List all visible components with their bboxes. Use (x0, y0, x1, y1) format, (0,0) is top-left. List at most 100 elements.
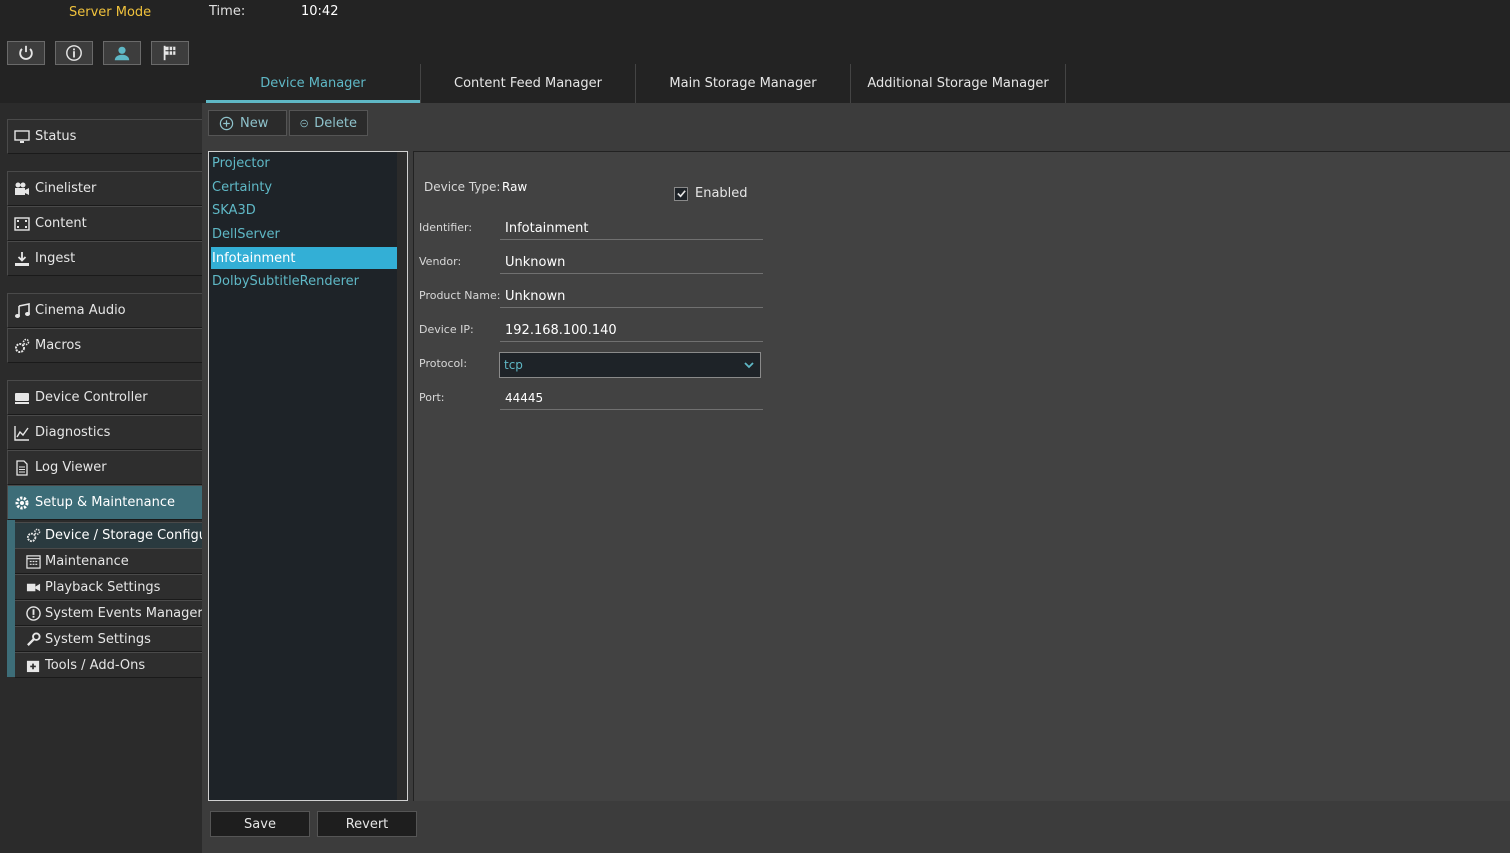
sidebar-item-ingest[interactable]: Ingest (7, 241, 202, 276)
tab-device-manager[interactable]: Device Manager (206, 64, 421, 103)
sidebar-item-label: Cinema Audio (35, 303, 126, 318)
sidebar-subitem-playback-settings[interactable]: Playback Settings (15, 574, 202, 600)
time-label: Time: (209, 4, 246, 19)
sidebar-item-label: Device Controller (35, 390, 148, 405)
device-list-scrollbar[interactable] (397, 152, 407, 800)
music-icon (13, 302, 31, 320)
flag-button[interactable] (151, 41, 189, 65)
sidebar-subitem-label: Tools / Add-Ons (45, 657, 146, 673)
product-name-label: Product Name: (419, 289, 501, 302)
sidebar-item-label: Macros (35, 338, 82, 353)
tab-content-feed-manager[interactable]: Content Feed Manager (421, 64, 636, 103)
tab-additional-storage-manager[interactable]: Additional Storage Manager (851, 64, 1066, 103)
user-icon (114, 46, 130, 61)
sidebar-item-device-controller[interactable]: Device Controller (7, 380, 202, 415)
device-type-label: Device Type: (424, 180, 501, 194)
video-icon (24, 578, 42, 596)
device-ip-label: Device IP: (419, 323, 474, 336)
sidebar-subitem-system-events-manager[interactable]: System Events Manager (15, 600, 202, 626)
sidebar-subitem-label: System Settings (45, 631, 151, 647)
sidebar-subitem-system-settings[interactable]: System Settings (15, 626, 202, 652)
sidebar-item-label: Log Viewer (35, 460, 107, 475)
wrench-icon (24, 630, 42, 648)
user-button[interactable] (103, 41, 141, 65)
device-toolbar: New Delete (208, 110, 368, 136)
info-button[interactable] (55, 41, 93, 65)
save-button[interactable]: Save (210, 811, 310, 837)
sidebar-subitem-label: Device / Storage Configu… (45, 528, 202, 543)
sidebar-item-status[interactable]: Status (7, 119, 202, 154)
alert-icon (24, 604, 42, 622)
device-type-value: Raw (502, 180, 528, 194)
vendor-field[interactable]: Unknown (500, 251, 763, 274)
sidebar-item-content[interactable]: Content (7, 206, 202, 241)
monitor-icon (13, 128, 31, 146)
sidebar-item-diagnostics[interactable]: Diagnostics (7, 415, 202, 450)
device-list-item[interactable]: SKA3D (211, 199, 397, 221)
flag-icon (163, 45, 176, 61)
sidebar-subitem-device-storage-config[interactable]: Device / Storage Configu… (15, 522, 202, 549)
sidebar-item-label: Setup & Maintenance (35, 495, 175, 510)
gears-icon (24, 527, 42, 545)
device-list-item[interactable]: Projector (211, 152, 397, 174)
add-circle-icon (219, 116, 234, 130)
identifier-field[interactable]: Infotainment (500, 217, 763, 240)
gear-icon (13, 494, 31, 512)
power-button[interactable] (7, 41, 45, 65)
plus-box-icon (24, 656, 42, 674)
device-list-item[interactable]: DolbySubtitleRenderer (211, 270, 397, 292)
time-value: 10:42 (301, 4, 339, 19)
sidebar-item-label: Cinelister (35, 181, 97, 196)
device-list: Projector Certainty SKA3D DellServer Inf… (208, 151, 408, 801)
protocol-value: tcp (504, 358, 523, 372)
sidebar-subitem-label: Playback Settings (45, 579, 161, 595)
sidebar-item-cinema-audio[interactable]: Cinema Audio (7, 293, 202, 328)
sidebar-item-label: Diagnostics (35, 425, 111, 440)
revert-button[interactable]: Revert (317, 811, 417, 837)
identifier-label: Identifier: (419, 221, 473, 234)
protocol-select[interactable]: tcp (499, 352, 761, 378)
protocol-label: Protocol: (419, 357, 468, 370)
port-field[interactable]: 44445 (500, 387, 763, 410)
chart-icon (13, 424, 31, 442)
device-list-item-selected[interactable]: Infotainment (211, 247, 397, 269)
sidebar-item-label: Content (35, 216, 87, 231)
delete-device-button[interactable]: Delete (289, 110, 368, 136)
device-detail-panel (413, 151, 1510, 801)
check-icon (676, 190, 686, 198)
tab-main-storage-manager[interactable]: Main Storage Manager (636, 64, 851, 103)
document-icon (13, 459, 31, 477)
vendor-label: Vendor: (419, 255, 462, 268)
sidebar-subitem-tools-addons[interactable]: Tools / Add-Ons (15, 652, 202, 678)
sidebar-subitem-label: Maintenance (45, 553, 129, 569)
gears-icon (13, 337, 31, 355)
sidebar-item-label: Ingest (35, 251, 76, 266)
sidebar-item-log-viewer[interactable]: Log Viewer (7, 450, 202, 485)
new-device-button[interactable]: New (208, 110, 287, 136)
tab-bar: Device Manager Content Feed Manager Main… (206, 64, 1066, 103)
product-name-field[interactable]: Unknown (500, 285, 763, 308)
sidebar-subitem-label: System Events Manager (45, 605, 202, 621)
info-icon (66, 45, 82, 61)
enabled-label: Enabled (695, 186, 748, 201)
new-button-label: New (240, 115, 269, 131)
sidebar-item-setup-maintenance[interactable]: Setup & Maintenance (7, 485, 202, 520)
power-icon (19, 45, 33, 60)
enabled-toggle[interactable]: Enabled (674, 186, 748, 201)
enabled-checkbox[interactable] (674, 186, 688, 201)
device-list-item[interactable]: Certainty (211, 176, 397, 198)
chevron-down-icon (744, 362, 754, 369)
camera-icon (13, 180, 31, 198)
device-icon (13, 389, 31, 407)
sidebar-item-cinelister[interactable]: Cinelister (7, 171, 202, 206)
sidebar-subitem-maintenance[interactable]: Maintenance (15, 548, 202, 574)
sidebar-item-macros[interactable]: Macros (7, 328, 202, 363)
submenu-indicator (7, 520, 15, 677)
sidebar-item-label: Status (35, 129, 77, 144)
device-list-item[interactable]: DellServer (211, 223, 397, 245)
remove-circle-icon (300, 119, 308, 127)
device-ip-field[interactable]: 192.168.100.140 (500, 319, 763, 342)
port-label: Port: (419, 391, 445, 404)
calendar-icon (24, 552, 42, 570)
delete-button-label: Delete (314, 115, 357, 131)
